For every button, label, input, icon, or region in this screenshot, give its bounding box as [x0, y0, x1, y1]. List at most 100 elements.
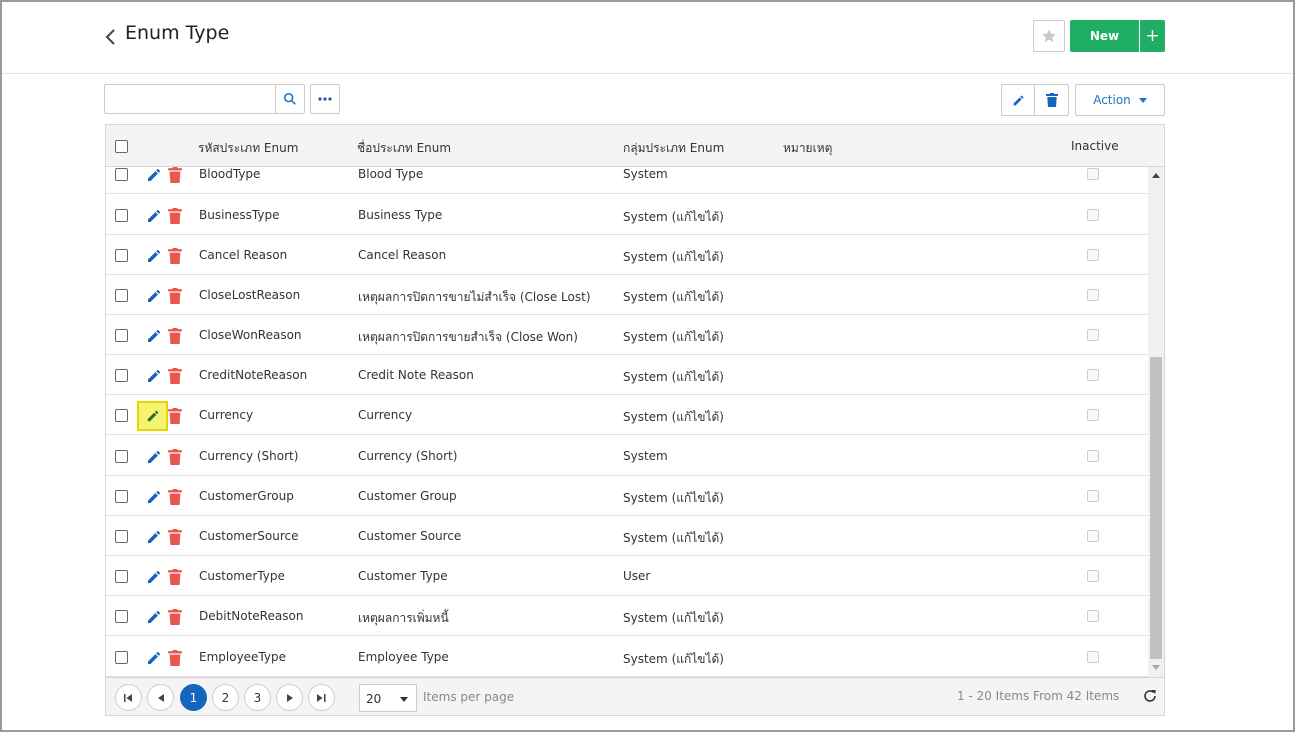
trash-icon[interactable]: [168, 569, 182, 585]
pencil-icon[interactable]: [146, 328, 162, 344]
trash-icon[interactable]: [168, 328, 182, 344]
table-row[interactable]: Cancel Reason Cancel Reason System (แก้ไ…: [106, 235, 1148, 275]
table-row[interactable]: BloodType Blood Type System: [106, 167, 1148, 194]
row-checkbox[interactable]: [115, 209, 128, 222]
cell-name: Credit Note Reason: [358, 368, 474, 382]
pager: 1 2 3 20 Items per page 1 - 20 Items Fro…: [106, 677, 1164, 715]
grid-body[interactable]: BloodType Blood Type System BusinessType…: [106, 167, 1148, 677]
trash-icon[interactable]: [168, 609, 182, 625]
trash-icon[interactable]: [168, 288, 182, 304]
page-button-1[interactable]: 1: [180, 684, 207, 711]
trash-icon[interactable]: [168, 248, 182, 264]
vertical-scrollbar[interactable]: [1148, 167, 1164, 677]
search-button[interactable]: [275, 84, 305, 114]
new-dropdown-button[interactable]: +: [1140, 20, 1165, 52]
table-row[interactable]: CreditNoteReason Credit Note Reason Syst…: [106, 355, 1148, 395]
table-row[interactable]: CloseWonReason เหตุผลการปิดการขายสำเร็จ …: [106, 315, 1148, 355]
column-header-note[interactable]: หมายเหตุ: [783, 139, 832, 158]
trash-icon[interactable]: [168, 529, 182, 545]
page-title: Enum Type: [125, 22, 230, 44]
cell-code: CloseWonReason: [199, 328, 302, 342]
cell-name: Customer Source: [358, 529, 462, 543]
table-row[interactable]: CustomerSource Customer Source System (แ…: [106, 516, 1148, 556]
more-options-button[interactable]: [310, 84, 340, 114]
table-row[interactable]: EmployeeType Employee Type System (แก้ไข…: [106, 637, 1148, 677]
cell-name: Employee Type: [358, 650, 449, 664]
bulk-edit-button[interactable]: [1001, 84, 1035, 116]
column-header-code[interactable]: รหัสประเภท Enum: [198, 139, 298, 158]
row-checkbox[interactable]: [115, 651, 128, 664]
pencil-icon[interactable]: [146, 368, 162, 384]
search-input[interactable]: [104, 84, 276, 114]
action-dropdown[interactable]: Action: [1075, 84, 1165, 116]
row-checkbox[interactable]: [115, 570, 128, 583]
column-header-inactive[interactable]: Inactive: [1071, 139, 1119, 153]
pencil-icon[interactable]: [146, 489, 162, 505]
trash-icon[interactable]: [168, 489, 182, 505]
row-checkbox[interactable]: [115, 168, 128, 181]
row-checkbox[interactable]: [115, 329, 128, 342]
bulk-delete-button[interactable]: [1034, 84, 1069, 116]
chevron-left-icon[interactable]: [102, 24, 120, 50]
pencil-icon[interactable]: [146, 569, 162, 585]
pencil-icon[interactable]: [146, 208, 162, 224]
scroll-down-icon[interactable]: [1152, 665, 1160, 670]
cell-group: System (แก้ไขได้): [623, 410, 724, 424]
row-checkbox[interactable]: [115, 289, 128, 302]
row-checkbox[interactable]: [115, 369, 128, 382]
scroll-up-icon[interactable]: [1152, 173, 1160, 178]
page-button-2[interactable]: 2: [212, 684, 239, 711]
pencil-icon[interactable]: [146, 529, 162, 545]
cell-name: เหตุผลการปิดการขายไม่สำเร็จ (Close Lost): [358, 290, 591, 304]
column-header-group[interactable]: กลุ่มประเภท Enum: [623, 139, 724, 158]
cell-code: DebitNoteReason: [199, 609, 304, 623]
row-checkbox[interactable]: [115, 249, 128, 262]
row-checkbox[interactable]: [115, 409, 128, 422]
trash-icon[interactable]: [168, 449, 182, 465]
scrollbar-thumb[interactable]: [1150, 357, 1162, 659]
first-page-button[interactable]: [115, 684, 142, 711]
items-per-page-label: Items per page: [423, 690, 515, 704]
row-edit-button[interactable]: [137, 401, 168, 431]
cell-code: CloseLostReason: [199, 288, 301, 302]
items-per-page-select[interactable]: 20: [359, 684, 417, 712]
page-button-3[interactable]: 3: [244, 684, 271, 711]
pencil-icon[interactable]: [146, 167, 162, 183]
pager-info: 1 - 20 Items From 42 Items: [957, 689, 1120, 703]
trash-icon[interactable]: [168, 208, 182, 224]
table-row[interactable]: CustomerType Customer Type User: [106, 556, 1148, 596]
pencil-icon[interactable]: [146, 288, 162, 304]
refresh-icon[interactable]: [1142, 688, 1158, 704]
row-checkbox[interactable]: [115, 610, 128, 623]
trash-icon[interactable]: [168, 167, 182, 183]
table-row[interactable]: BusinessType Business Type System (แก้ไข…: [106, 195, 1148, 235]
table-row[interactable]: CloseLostReason เหตุผลการปิดการขายไม่สำเ…: [106, 275, 1148, 315]
row-checkbox[interactable]: [115, 530, 128, 543]
table-row[interactable]: CustomerGroup Customer Group System (แก้…: [106, 476, 1148, 516]
cell-name: Business Type: [358, 208, 443, 222]
select-all-checkbox[interactable]: [115, 140, 128, 153]
trash-icon[interactable]: [168, 650, 182, 666]
cell-code: CreditNoteReason: [199, 368, 308, 382]
row-checkbox[interactable]: [115, 450, 128, 463]
table-row[interactable]: DebitNoteReason เหตุผลการเพิ่มหนี้ Syste…: [106, 596, 1148, 636]
pencil-icon[interactable]: [146, 609, 162, 625]
table-row[interactable]: Currency Currency System (แก้ไขได้): [106, 395, 1148, 435]
prev-page-button[interactable]: [147, 684, 174, 711]
last-page-button[interactable]: [308, 684, 335, 711]
favorite-button[interactable]: [1033, 20, 1065, 52]
cell-group: System: [623, 167, 668, 181]
trash-icon[interactable]: [168, 408, 182, 424]
pencil-icon[interactable]: [146, 449, 162, 465]
pencil-icon[interactable]: [146, 248, 162, 264]
new-button[interactable]: New: [1070, 20, 1139, 52]
pencil-icon[interactable]: [146, 650, 162, 666]
trash-icon[interactable]: [168, 368, 182, 384]
inactive-checkbox: [1087, 409, 1099, 421]
row-checkbox[interactable]: [115, 490, 128, 503]
column-header-name[interactable]: ชื่อประเภท Enum: [357, 139, 451, 158]
items-per-page-value: 20: [366, 692, 382, 706]
next-page-button[interactable]: [276, 684, 303, 711]
cell-code: Cancel Reason: [199, 248, 288, 262]
table-row[interactable]: Currency (Short) Currency (Short) System: [106, 436, 1148, 476]
